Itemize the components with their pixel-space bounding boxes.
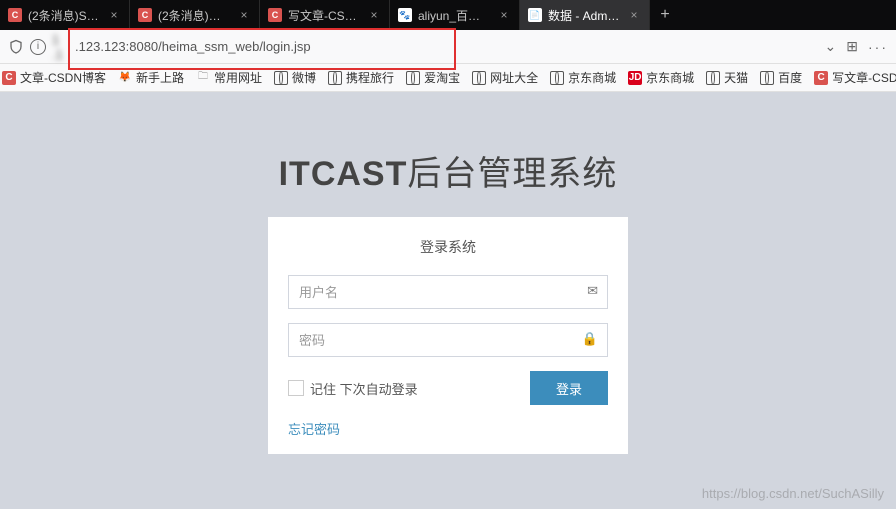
forgot-password-link[interactable]: 忘记密码	[288, 419, 608, 438]
bookmark-item[interactable]: 百度	[760, 69, 802, 86]
globe-icon	[406, 71, 420, 85]
address-actions: ⌄ ⊞ ···	[825, 38, 888, 55]
bookmark-label: 文章-CSDN博客	[20, 69, 106, 86]
login-heading: 登录系统	[288, 237, 608, 257]
csdn-icon: C	[138, 8, 152, 22]
close-icon[interactable]: ×	[367, 8, 381, 22]
csdn-icon: C	[814, 71, 828, 85]
bookmark-label: 京东商城	[646, 69, 694, 86]
info-icon[interactable]: i	[30, 39, 46, 55]
username-input[interactable]	[288, 275, 608, 309]
menu-icon[interactable]: ···	[868, 39, 888, 55]
tab-label: (2条消息)SuchA	[28, 7, 101, 24]
globe-icon	[472, 71, 486, 85]
globe-icon	[274, 71, 288, 85]
bookmark-label: 携程旅行	[346, 69, 394, 86]
title-bold: ITCAST	[279, 155, 408, 193]
close-icon[interactable]: ×	[237, 8, 251, 22]
url-input-wrapper[interactable]: 1 .1	[52, 34, 819, 60]
bookmark-item[interactable]: 微博	[274, 69, 316, 86]
bookmark-item[interactable]: 网址大全	[472, 69, 538, 86]
folder-icon: 🗀	[196, 71, 210, 85]
reader-mode-icon[interactable]: ⌄	[825, 38, 837, 55]
password-input[interactable]	[288, 323, 608, 357]
bookmark-item[interactable]: 爱淘宝	[406, 69, 460, 86]
url-blurred-prefix: 1 .1	[52, 32, 75, 62]
csdn-icon: C	[268, 8, 282, 22]
bookmark-label: 常用网址	[214, 69, 262, 86]
new-tab-button[interactable]: +	[650, 0, 680, 30]
close-icon[interactable]: ×	[627, 8, 641, 22]
bookmark-item[interactable]: C 写文章-CSDN	[814, 69, 896, 86]
csdn-icon: C	[8, 8, 22, 22]
address-bar: i 1 .1 ⌄ ⊞ ···	[0, 30, 896, 64]
password-group: 🔒	[288, 323, 608, 357]
remember-checkbox[interactable]: 记住 下次自动登录	[288, 379, 418, 398]
tab-5-active[interactable]: 📄 数据 - AdminLT ×	[520, 0, 650, 30]
bookmark-label: 写文章-CSDN	[832, 69, 896, 86]
page-content: ITCAST后台管理系统 登录系统 ✉ 🔒 记住 下次自动登录 登录 忘记密码 …	[0, 92, 896, 509]
lock-icon: 🔒	[582, 331, 598, 347]
globe-icon	[550, 71, 564, 85]
title-rest: 后台管理系统	[407, 155, 617, 193]
bookmark-label: 微博	[292, 69, 316, 86]
baidu-icon: 🐾	[398, 8, 412, 22]
bookmark-label: 新手上路	[136, 69, 184, 86]
tab-label: aliyun_百度搜索	[418, 7, 491, 24]
globe-icon	[706, 71, 720, 85]
tab-4[interactable]: 🐾 aliyun_百度搜索 ×	[390, 0, 520, 30]
bookmark-label: 京东商城	[568, 69, 616, 86]
login-box: 登录系统 ✉ 🔒 记住 下次自动登录 登录 忘记密码	[268, 217, 628, 454]
remember-label: 记住 下次自动登录	[310, 379, 418, 398]
bookmark-label: 天猫	[724, 69, 748, 86]
tab-strip: C (2条消息)SuchA × C (2条消息)文章管 × C 写文章-CSDN…	[0, 0, 896, 30]
username-group: ✉	[288, 275, 608, 309]
bookmark-label: 百度	[778, 69, 802, 86]
grid-icon[interactable]: ⊞	[846, 38, 858, 55]
bookmark-item[interactable]: 京东商城	[550, 69, 616, 86]
page-icon: 📄	[528, 8, 542, 22]
bookmarks-bar: C文章-CSDN博客 🦊新手上路 🗀常用网址 微博 携程旅行 爱淘宝 网址大全 …	[0, 64, 896, 92]
jd-icon: JD	[628, 71, 642, 85]
tab-2[interactable]: C (2条消息)文章管 ×	[130, 0, 260, 30]
close-icon[interactable]: ×	[497, 8, 511, 22]
csdn-icon: C	[2, 71, 16, 85]
tab-label: (2条消息)文章管	[158, 7, 231, 24]
tab-3[interactable]: C 写文章-CSDN博 ×	[260, 0, 390, 30]
bookmark-item[interactable]: 🦊 新手上路	[118, 69, 184, 86]
bookmark-label: 爱淘宝	[424, 69, 460, 86]
checkbox-icon[interactable]	[288, 380, 304, 396]
login-actions-row: 记住 下次自动登录 登录	[288, 371, 608, 405]
bookmark-item[interactable]: 携程旅行	[328, 69, 394, 86]
login-button[interactable]: 登录	[530, 371, 608, 405]
globe-icon	[328, 71, 342, 85]
watermark-text: https://blog.csdn.net/SuchASilly	[702, 486, 884, 501]
bookmark-item[interactable]: 天猫	[706, 69, 748, 86]
bookmark-item[interactable]: 🗀 常用网址	[196, 69, 262, 86]
url-input[interactable]	[75, 39, 819, 54]
close-icon[interactable]: ×	[107, 8, 121, 22]
globe-icon	[760, 71, 774, 85]
envelope-icon: ✉	[587, 283, 598, 299]
tab-label: 写文章-CSDN博	[288, 7, 361, 24]
bookmark-item[interactable]: JD 京东商城	[628, 69, 694, 86]
firefox-icon: 🦊	[118, 71, 132, 85]
tab-label: 数据 - AdminLT	[548, 7, 621, 24]
bookmark-item[interactable]: C 文章-CSDN博客	[2, 69, 106, 86]
shield-icon[interactable]	[8, 39, 24, 55]
bookmark-label: 网址大全	[490, 69, 538, 86]
tab-1[interactable]: C (2条消息)SuchA ×	[0, 0, 130, 30]
page-title: ITCAST后台管理系统	[0, 146, 896, 195]
